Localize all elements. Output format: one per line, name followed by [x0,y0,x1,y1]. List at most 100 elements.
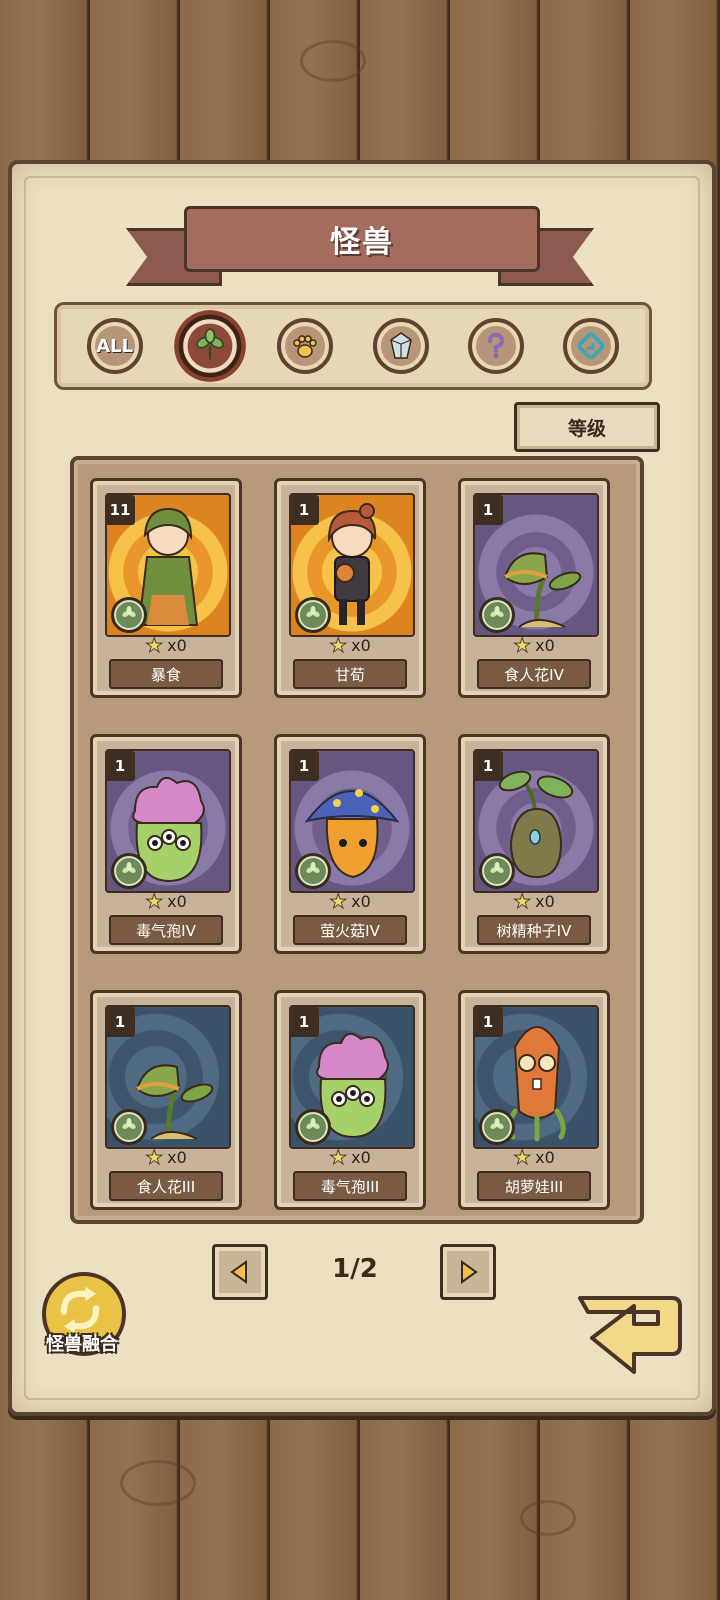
crystal-icon [389,332,412,359]
leaf-icon [490,862,504,873]
filter-crystal-button[interactable] [372,318,429,374]
leaf-icon [490,606,504,617]
leaf-icon [306,1118,320,1129]
plant-type-badge [295,597,331,633]
star-icon: ★ [513,889,532,913]
star-count: ★ x0 [93,1145,239,1169]
plant-type-badge [295,853,331,889]
leaf-icon [490,1118,504,1129]
star-icon: ★ [145,1145,164,1169]
leaf-icon [306,606,320,617]
gear-icon [577,332,605,360]
monster-name: 毒气孢IV [109,915,223,945]
star-icon: ★ [145,633,164,657]
monster-card[interactable]: 1 ★ x0 萤火菇IV [274,734,426,954]
arrow-right-icon [461,1260,478,1284]
monster-card[interactable]: 1 ★ x0 树精种子IV [458,734,610,954]
filter-beast-button[interactable] [277,318,334,374]
level-badge: 1 [473,1007,503,1037]
filter-unknown-button[interactable] [467,318,524,374]
level-badge: 1 [289,1007,319,1037]
star-count-value: x0 [167,635,187,655]
page-title: 怪兽 [330,225,394,260]
monster-card[interactable]: 1 ★ x0 毒气孢III [274,990,426,1210]
star-count: ★ x0 [277,889,423,913]
wood-knot [520,1500,576,1536]
star-icon: ★ [145,889,164,913]
arrow-left-icon [230,1260,247,1284]
star-icon: ★ [513,1145,532,1169]
filter-plant-button[interactable] [178,314,242,378]
monster-card[interactable]: 1 ★ x0 食人花III [90,990,242,1210]
monster-name: 甘荀 [293,659,407,689]
level-badge: 1 [289,751,319,781]
monster-fusion-button[interactable]: 怪兽融合 [34,1272,130,1362]
wood-knot [300,40,366,82]
filter-all-button[interactable]: ALL [86,318,143,374]
next-page-button[interactable] [440,1244,496,1300]
star-icon: ★ [329,633,348,657]
monster-card[interactable]: 1 ★ x0 甘荀 [274,478,426,698]
leaf-icon [306,862,320,873]
star-count: ★ x0 [277,1145,423,1169]
monster-card[interactable]: 1 ★ x0 胡萝娃III [458,990,610,1210]
paw-icon [293,335,318,358]
plant-type-badge [295,1109,331,1145]
page-indicator: 1/2 [332,1254,378,1284]
monster-name: 树精种子IV [477,915,591,945]
star-icon: ★ [329,1145,348,1169]
monster-name: 萤火菇IV [293,915,407,945]
level-badge: 11 [105,495,135,525]
question-icon [487,332,504,359]
plant-type-badge [479,597,515,633]
monster-name: 食人花III [109,1171,223,1201]
category-filter-bar: ALL [54,302,652,390]
monster-name: 食人花IV [477,659,591,689]
plant-type-badge [111,1109,147,1145]
star-count-value: x0 [535,891,555,911]
filter-mech-button[interactable] [563,318,620,374]
level-badge: 1 [105,751,135,781]
star-count: ★ x0 [461,1145,607,1169]
star-count-value: x0 [351,635,371,655]
fusion-label: 怪兽融合 [46,1334,118,1355]
plant-type-badge [479,853,515,889]
monster-name: 胡萝娃III [477,1171,591,1201]
leaf-icon [122,1118,136,1129]
sort-label: 等级 [567,417,606,440]
monster-card[interactable]: 1 ★ x0 毒气孢IV [90,734,242,954]
level-badge: 1 [105,1007,135,1037]
star-count: ★ x0 [93,633,239,657]
monster-name: 暴食 [109,659,223,689]
leaf-icon [196,328,224,360]
star-count-value: x0 [351,1147,371,1167]
sort-by-level-button[interactable]: 等级 [514,402,660,452]
level-badge: 1 [473,751,503,781]
leaf-icon [122,862,136,873]
star-count: ★ x0 [461,889,607,913]
title-ribbon: 怪兽 [126,200,594,292]
star-icon: ★ [329,889,348,913]
plant-type-badge [479,1109,515,1145]
prev-page-button[interactable] [212,1244,268,1300]
star-count-value: x0 [167,891,187,911]
star-count-value: x0 [535,1147,555,1167]
leaf-icon [122,606,136,617]
return-arrow-icon [578,1296,682,1374]
filter-all-label: ALL [96,335,134,357]
star-count: ★ x0 [461,635,607,656]
star-count-value: x0 [535,635,555,655]
star-count: ★ x0 [277,633,423,657]
monster-name: 毒气孢III [293,1171,407,1201]
level-badge: 1 [473,495,503,525]
plant-type-badge [111,597,147,633]
monster-card[interactable]: 11 ★ x0 暴食 [90,478,242,698]
star-count-value: x0 [167,1147,187,1167]
star-count: ★ x0 [93,889,239,913]
star-count-value: x0 [351,891,371,911]
back-button[interactable] [574,1288,684,1380]
monster-card[interactable]: 1 ★ x0 食人花IV [458,478,610,698]
plant-type-badge [111,853,147,889]
level-badge: 1 [289,495,319,525]
wood-knot [120,1460,196,1506]
